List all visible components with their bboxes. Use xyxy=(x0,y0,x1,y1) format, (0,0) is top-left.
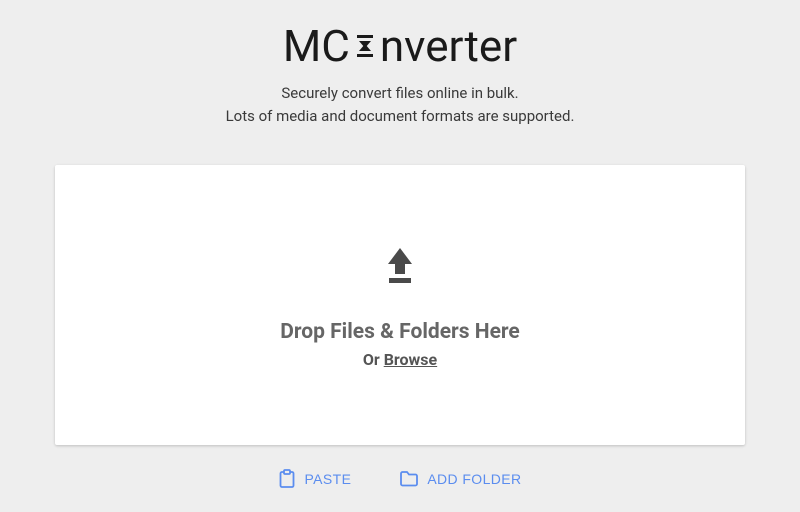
drop-text: Drop Files & Folders Here xyxy=(280,320,520,344)
logo-prefix: MC xyxy=(283,20,350,72)
browse-link[interactable]: Browse xyxy=(384,350,437,369)
upload-icon xyxy=(377,242,423,292)
add-folder-label: ADD FOLDER xyxy=(427,471,521,487)
paste-label: PASTE xyxy=(304,471,351,487)
folder-icon xyxy=(399,470,419,488)
tagline-line2: Lots of media and document formats are s… xyxy=(226,105,575,128)
tagline-line1: Securely convert files online in bulk. xyxy=(226,82,575,105)
action-bar: PASTE ADD FOLDER xyxy=(272,465,527,493)
tagline: Securely convert files online in bulk. L… xyxy=(226,82,575,127)
clipboard-icon xyxy=(278,469,296,489)
app-logo: MC nverter xyxy=(283,20,517,72)
logo-suffix: nverter xyxy=(380,20,517,72)
or-label: Or xyxy=(363,350,384,369)
add-folder-button[interactable]: ADD FOLDER xyxy=(393,466,527,492)
browse-line: Or Browse xyxy=(363,350,437,369)
file-dropzone[interactable]: Drop Files & Folders Here Or Browse xyxy=(55,165,745,445)
paste-button[interactable]: PASTE xyxy=(272,465,357,493)
swap-icon xyxy=(353,32,377,60)
